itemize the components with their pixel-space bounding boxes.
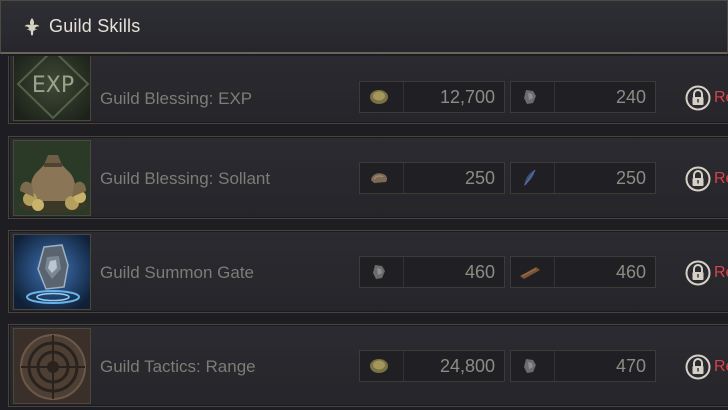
cost-value: 470 <box>615 355 646 376</box>
ore-icon <box>363 260 395 284</box>
lock-icon <box>685 85 711 111</box>
cost-box: 240 <box>510 81 656 113</box>
lock-label: Re <box>714 170 728 187</box>
cost-box: 460 <box>359 256 505 288</box>
skill-row-tactics-range[interactable]: Guild Tactics: Range 24,800 470 R <box>8 324 728 407</box>
panel-header: Guild Skills <box>0 0 728 54</box>
exp-icon: EXP <box>13 56 91 121</box>
cost-box: 470 <box>510 350 656 382</box>
cost-value: 12,700 <box>439 86 495 107</box>
cost-value: 250 <box>464 167 495 188</box>
wood-icon <box>514 260 546 284</box>
lock-label: Re <box>714 358 728 375</box>
skill-row-sollant[interactable]: Guild Blessing: Sollant 250 250 R <box>8 136 728 219</box>
money-bags-icon <box>13 140 91 216</box>
skill-name: Guild Blessing: EXP <box>100 89 253 108</box>
locked-status[interactable]: Re <box>685 260 728 286</box>
feather-icon <box>514 166 546 190</box>
guild-skills-panel: Guild Skills EXP Guild Blessing: EXP 12,… <box>0 0 728 410</box>
cost-box: 24,800 <box>359 350 505 382</box>
lock-icon <box>685 354 711 380</box>
skill-name: Guild Summon Gate <box>100 263 255 282</box>
cost-box: 250 <box>359 162 505 194</box>
cost-box: 460 <box>510 256 656 288</box>
lock-label: Re <box>714 264 728 281</box>
skill-row-summon-gate[interactable]: Guild Summon Gate 460 460 R <box>8 230 728 313</box>
cost-box: 12,700 <box>359 81 505 113</box>
page-title: Guild Skills <box>49 16 141 36</box>
lock-label: Re <box>714 89 728 106</box>
cost-box: 250 <box>510 162 656 194</box>
skill-row-exp[interactable]: EXP Guild Blessing: EXP 12,700 240 R <box>8 56 728 124</box>
summon-stone-icon <box>13 234 91 310</box>
hide-icon <box>363 166 395 190</box>
coin-icon <box>363 85 395 109</box>
locked-status[interactable]: Re <box>685 354 728 380</box>
cost-value: 250 <box>615 167 646 188</box>
cost-value: 24,800 <box>439 355 495 376</box>
locked-status[interactable]: Re <box>685 166 728 192</box>
lock-icon <box>685 260 711 286</box>
coin-icon <box>363 354 395 378</box>
ore-icon <box>514 85 546 109</box>
fleur-de-lis-icon <box>24 17 40 35</box>
lock-icon <box>685 166 711 192</box>
thumb-text: EXP <box>32 73 74 98</box>
cost-value: 240 <box>615 86 646 107</box>
skill-name: Guild Blessing: Sollant <box>100 169 271 188</box>
cost-value: 460 <box>615 261 646 282</box>
cost-value: 460 <box>464 261 495 282</box>
target-icon <box>13 328 91 404</box>
skill-name: Guild Tactics: Range <box>100 357 256 376</box>
skill-list[interactable]: EXP Guild Blessing: EXP 12,700 240 R Gui… <box>0 56 728 410</box>
ore-icon <box>514 354 546 378</box>
locked-status[interactable]: Re <box>685 85 728 111</box>
